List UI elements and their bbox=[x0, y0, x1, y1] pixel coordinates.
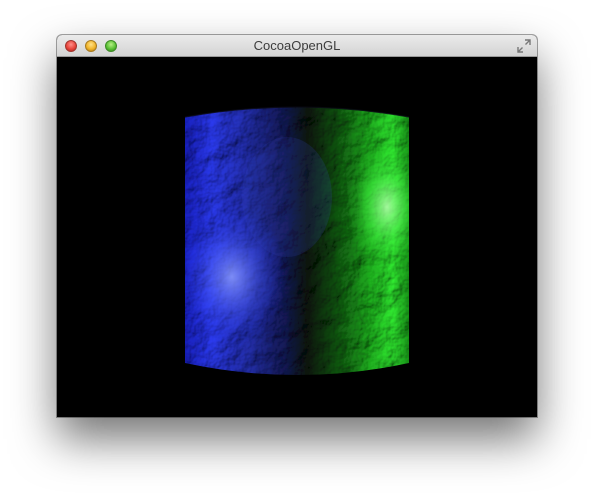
rendered-cylinder bbox=[184, 106, 410, 375]
window-title: CocoaOpenGL bbox=[253, 38, 341, 53]
title-bar[interactable]: CocoaOpenGL bbox=[57, 35, 537, 57]
opengl-view[interactable] bbox=[57, 57, 537, 417]
app-window: CocoaOpenGL bbox=[57, 35, 537, 417]
fullscreen-icon[interactable] bbox=[517, 39, 531, 53]
